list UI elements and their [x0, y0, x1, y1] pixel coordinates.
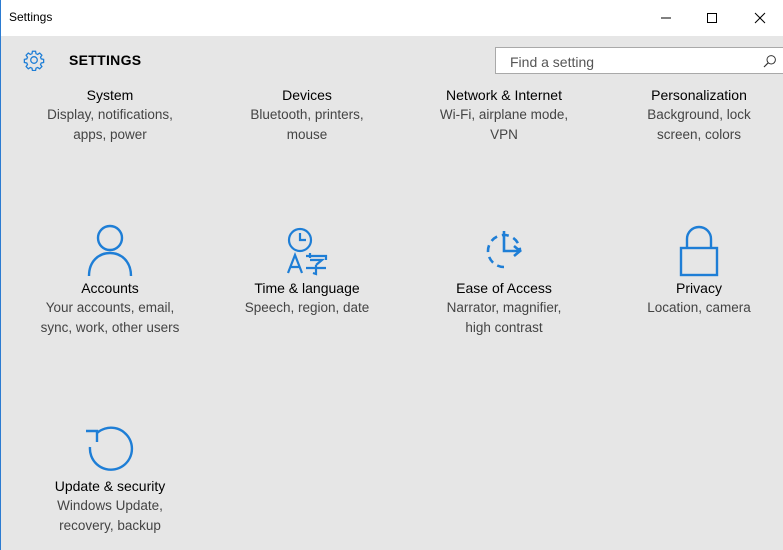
- tile-description: Location, camera: [647, 300, 751, 315]
- tile-name: Privacy: [676, 280, 722, 296]
- tile-name: Personalization: [651, 87, 747, 103]
- ease-of-access-icon: [486, 231, 523, 269]
- maximize-button[interactable]: [689, 0, 735, 36]
- tile-description: high contrast: [465, 320, 543, 335]
- person-icon: [87, 224, 133, 277]
- minimize-button[interactable]: [643, 0, 689, 36]
- tile-description: Speech, region, date: [244, 300, 370, 315]
- tile-name: Devices: [282, 87, 332, 103]
- tile-description: Narrator, magnifier,: [446, 300, 562, 315]
- tile-name: System: [86, 87, 134, 103]
- gear-icon: [23, 50, 45, 71]
- maximize-icon: [707, 13, 717, 23]
- title-bar[interactable]: Settings: [1, 0, 783, 36]
- tile-description: Display, notifications,: [47, 107, 173, 122]
- tile-description: Wi-Fi, airplane mode,: [439, 107, 569, 122]
- tile-description: mouse: [286, 127, 328, 142]
- search-box[interactable]: [495, 47, 783, 74]
- tile-description: Your accounts, email,: [45, 300, 175, 315]
- tile-time-language[interactable]: Time & language Speech, region, date: [212, 222, 402, 318]
- tile-devices[interactable]: Devices Bluetooth, printers, mouse: [212, 85, 402, 145]
- tile-name: Network & Internet: [446, 87, 562, 103]
- tile-system[interactable]: System Display, notifications, apps, pow…: [15, 85, 205, 145]
- tile-description: VPN: [490, 127, 518, 142]
- tile-ease-of-access[interactable]: Ease of Access Narrator, magnifier, high…: [409, 222, 599, 338]
- tile-description: apps, power: [73, 127, 147, 142]
- tile-description: Windows Update,: [57, 498, 163, 513]
- tile-description: sync, work, other users: [40, 320, 180, 335]
- close-button[interactable]: [737, 0, 783, 36]
- tile-name: Ease of Access: [456, 280, 552, 296]
- tile-description: Background, lock: [647, 107, 751, 122]
- tile-privacy[interactable]: Privacy Location, camera: [604, 222, 783, 318]
- lock-icon: [679, 225, 719, 277]
- tile-description: Bluetooth, printers,: [250, 107, 364, 122]
- tile-description: screen, colors: [656, 127, 742, 142]
- tile-personalization[interactable]: Personalization Background, lock screen,…: [604, 85, 783, 145]
- tile-name: Update & security: [54, 478, 166, 494]
- tile-name: Accounts: [81, 280, 139, 296]
- tile-update-security[interactable]: Update & security Windows Update, recove…: [15, 420, 205, 536]
- tile-name: Time & language: [254, 280, 360, 296]
- tile-description: recovery, backup: [59, 518, 161, 533]
- close-icon: [754, 12, 766, 24]
- search-input[interactable]: [508, 51, 762, 72]
- page-title: SETTINGS: [69, 52, 142, 68]
- minimize-icon: [661, 17, 671, 19]
- time-language-icon: [286, 227, 328, 276]
- tile-accounts[interactable]: Accounts Your accounts, email, sync, wor…: [15, 222, 205, 338]
- update-icon: [86, 426, 134, 471]
- window-title: Settings: [9, 10, 53, 24]
- settings-window: Settings SETTINGS System Display, notifi…: [0, 0, 783, 550]
- tile-network[interactable]: Network & Internet Wi-Fi, airplane mode,…: [409, 85, 599, 145]
- search-icon[interactable]: [763, 54, 777, 68]
